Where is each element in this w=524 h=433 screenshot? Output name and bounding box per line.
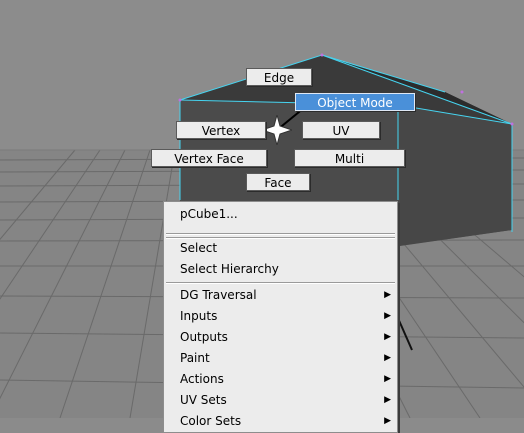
menu-item-label: Paint [180, 351, 210, 365]
menu-item-label: Select [180, 241, 218, 255]
menu-item-label: Inputs [180, 309, 218, 323]
menu-item-select[interactable]: Select [164, 238, 397, 259]
menu-item-label: UV Sets [180, 393, 227, 407]
menu-item-label: Color Sets [180, 414, 242, 428]
menu-item-inputs[interactable]: Inputs ▶ [164, 306, 397, 327]
marking-menu-object-mode[interactable]: Object Mode [295, 93, 415, 111]
menu-separator [166, 233, 395, 235]
marking-menu-multi[interactable]: Multi [294, 149, 405, 167]
marking-menu-face[interactable]: Face [246, 173, 310, 191]
marking-menu-vertex-face[interactable]: Vertex Face [151, 149, 267, 167]
menu-item-label: Outputs [180, 330, 228, 344]
menu-item-select-hierarchy[interactable]: Select Hierarchy [164, 259, 397, 280]
menu-item-color-sets[interactable]: Color Sets ▶ [164, 411, 397, 432]
menu-item-paint[interactable]: Paint ▶ [164, 348, 397, 369]
menu-object-title[interactable]: pCube1... [180, 206, 238, 222]
submenu-arrow-icon: ▶ [384, 353, 391, 363]
marking-menu-edge[interactable]: Edge [246, 68, 312, 86]
menu-item-dg-traversal[interactable]: DG Traversal ▶ [164, 285, 397, 306]
menu-item-label: Select Hierarchy [180, 262, 279, 276]
menu-item-outputs[interactable]: Outputs ▶ [164, 327, 397, 348]
menu-item-uv-sets[interactable]: UV Sets ▶ [164, 390, 397, 411]
menu-item-actions[interactable]: Actions ▶ [164, 369, 397, 390]
object-context-menu: pCube1... Select Select Hierarchy DG Tra… [163, 201, 398, 433]
submenu-arrow-icon: ▶ [384, 374, 391, 384]
submenu-arrow-icon: ▶ [384, 290, 391, 300]
menu-item-label: Actions [180, 372, 224, 386]
submenu-arrow-icon: ▶ [384, 332, 391, 342]
menu-item-label: DG Traversal [180, 288, 257, 302]
submenu-arrow-icon: ▶ [384, 395, 391, 405]
submenu-arrow-icon: ▶ [384, 311, 391, 321]
marking-menu-vertex[interactable]: Vertex [176, 121, 266, 139]
marking-menu-uv[interactable]: UV [302, 121, 380, 139]
menu-separator [166, 282, 395, 284]
marking-menu-center-icon [262, 115, 292, 145]
submenu-arrow-icon: ▶ [384, 416, 391, 426]
